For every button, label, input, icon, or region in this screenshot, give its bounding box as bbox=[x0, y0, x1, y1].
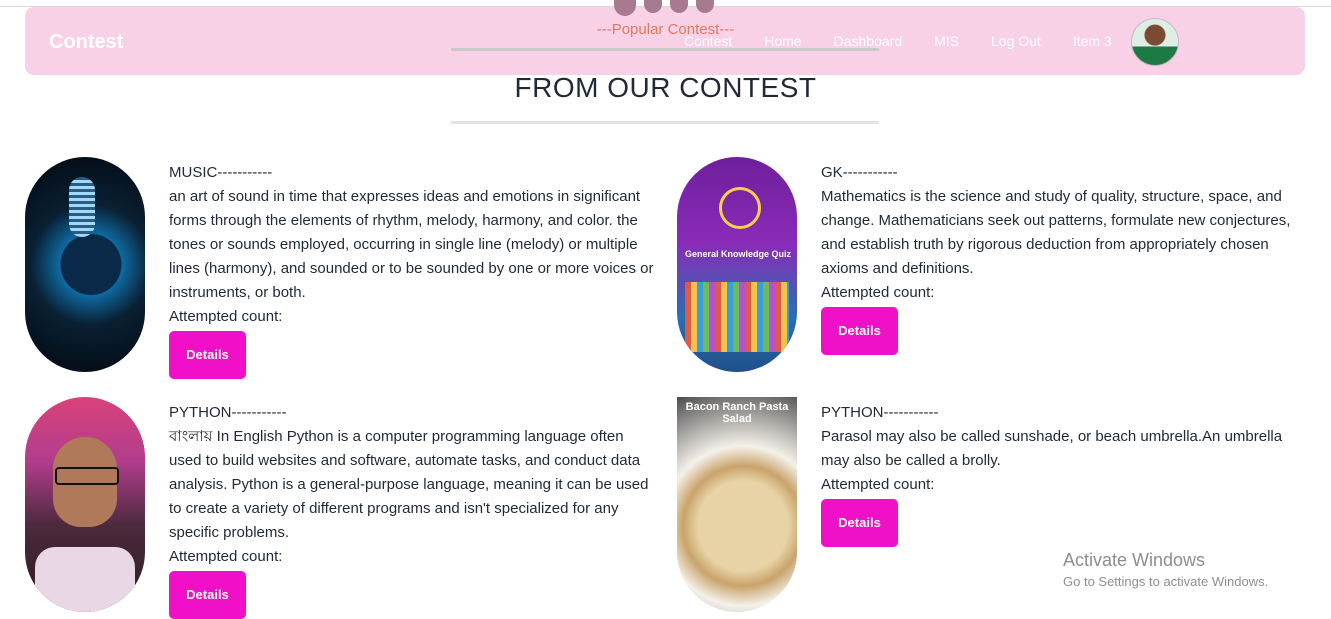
section-subtitle: ---Popular Contest--- bbox=[596, 21, 735, 38]
carousel-dot[interactable] bbox=[670, 0, 688, 13]
carousel-dots[interactable] bbox=[614, 0, 714, 16]
contest-description: বাংলায় In English Python is a computer … bbox=[169, 428, 649, 541]
card-text: GK----------- Mathematics is the science… bbox=[821, 161, 1306, 355]
title-divider bbox=[451, 121, 879, 124]
person-portrait-image bbox=[25, 397, 145, 612]
contest-name: PYTHON----------- bbox=[169, 404, 287, 421]
image-caption: General Knowledge Quiz bbox=[684, 249, 792, 259]
contest-card-gk: General Knowledge Quiz GK----------- Mat… bbox=[677, 157, 1307, 377]
watermark-subtitle: Go to Settings to activate Windows. bbox=[1063, 574, 1269, 589]
attempted-count: Attempted count: bbox=[821, 284, 935, 301]
general-knowledge-quiz-image: General Knowledge Quiz bbox=[677, 157, 797, 372]
contest-name: MUSIC----------- bbox=[169, 164, 273, 181]
watermark-title: Activate Windows bbox=[1063, 550, 1206, 570]
shirt-icon bbox=[35, 547, 135, 612]
attempted-count: Attempted count: bbox=[821, 476, 935, 493]
navbar: Contest Contest Home Dashboard MIS Log O… bbox=[25, 7, 1305, 75]
books-icon bbox=[685, 282, 789, 352]
attempted-count: Attempted count: bbox=[169, 308, 283, 325]
contest-name: PYTHON----------- bbox=[821, 404, 939, 421]
carousel-dot[interactable] bbox=[644, 0, 662, 13]
atom-icon bbox=[719, 187, 761, 229]
card-text: MUSIC----------- an art of sound in time… bbox=[169, 161, 659, 379]
contest-description: Mathematics is the science and study of … bbox=[821, 188, 1291, 277]
contest-name: GK----------- bbox=[821, 164, 898, 181]
card-text: PYTHON----------- বাংলায় In English Pyt… bbox=[169, 401, 659, 619]
details-button[interactable]: Details bbox=[169, 331, 246, 379]
card-text: PYTHON----------- Parasol may also be ca… bbox=[821, 401, 1306, 547]
subtitle-divider bbox=[451, 48, 879, 51]
details-button[interactable]: Details bbox=[821, 499, 898, 547]
details-button[interactable]: Details bbox=[169, 571, 246, 619]
contest-description: Parasol may also be called sunshade, or … bbox=[821, 428, 1283, 469]
carousel-dot[interactable] bbox=[614, 0, 636, 16]
contest-description: an art of sound in time that expresses i… bbox=[169, 188, 654, 301]
section-title: FROM OUR CONTEST bbox=[514, 72, 817, 103]
microphone-icon bbox=[69, 177, 95, 237]
contest-card-music: MUSIC----------- an art of sound in time… bbox=[25, 157, 655, 379]
attempted-count: Attempted count: bbox=[169, 548, 283, 565]
details-button[interactable]: Details bbox=[821, 307, 898, 355]
image-caption: Bacon Ranch Pasta Salad bbox=[685, 401, 789, 425]
carousel-dot[interactable] bbox=[696, 0, 714, 13]
windows-activation-watermark: Activate Windows Go to Settings to activ… bbox=[1063, 550, 1268, 589]
glasses-icon bbox=[55, 467, 119, 485]
microphone-image bbox=[25, 157, 145, 372]
contest-card-python: PYTHON----------- বাংলায় In English Pyt… bbox=[25, 397, 655, 619]
pasta-salad-image: Bacon Ranch Pasta Salad bbox=[677, 397, 797, 612]
